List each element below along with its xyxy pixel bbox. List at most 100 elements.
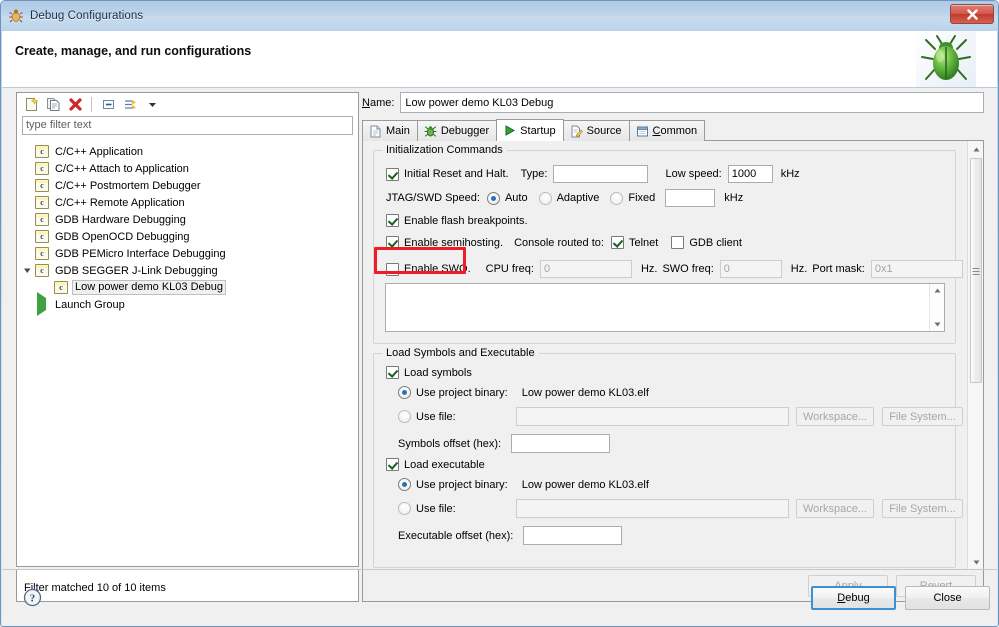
tab-main[interactable]: Main [362,120,418,141]
executable-offset-input[interactable] [523,526,622,545]
tree-item[interactable]: cC/C++ Postmortem Debugger [17,177,358,194]
symbols-filesystem-button[interactable]: File System... [882,407,963,426]
swo-freq-input[interactable]: 0 [720,260,782,278]
executable-file-input[interactable] [516,499,789,518]
enable-swo-checkbox[interactable] [386,263,399,276]
close-window-button[interactable] [950,4,994,24]
enable-swo-label: Enable SWO. [404,263,471,275]
jtag-speed-fixed-label: Fixed [628,192,655,204]
load-executable-label: Load executable [404,459,485,471]
delete-icon[interactable] [65,95,85,114]
c-file-icon: c [35,247,50,261]
dropdown-arrow-icon[interactable] [142,95,162,114]
config-name-input[interactable]: Low power demo KL03 Debug [400,92,984,113]
executable-use-project-binary-radio[interactable] [398,478,411,491]
executable-workspace-button[interactable]: Workspace... [796,499,874,518]
low-speed-input[interactable]: 1000 [728,165,773,183]
tab-debugger[interactable]: Debugger [417,120,497,141]
tree-item[interactable]: cC/C++ Remote Application [17,194,358,211]
scrollbar-thumb[interactable] [970,158,982,383]
jtag-speed-fixed-input[interactable] [665,189,715,207]
tree-expander-icon[interactable] [22,265,33,276]
tree-item[interactable]: cC/C++ Application [17,143,358,160]
tree-item[interactable]: Launch Group [17,296,358,313]
executable-use-file-label: Use file: [416,503,516,515]
tree-item-label: C/C++ Postmortem Debugger [55,180,201,192]
jtag-speed-fixed-radio[interactable] [610,192,623,205]
symbols-workspace-button[interactable]: Workspace... [796,407,874,426]
tab-common[interactable]: Common [629,120,706,141]
telnet-checkbox[interactable] [611,236,624,249]
help-question-icon[interactable]: ? [23,588,42,607]
new-configuration-icon[interactable] [21,95,41,114]
dialog-body: type filter text cC/C++ ApplicationcC/C+… [2,88,997,626]
c-file-icon: c [35,213,50,227]
initial-reset-label: Initial Reset and Halt. [404,168,509,180]
gdb-client-checkbox[interactable] [671,236,684,249]
load-symbols-checkbox[interactable] [386,366,399,379]
flash-breakpoints-row: Enable flash breakpoints. [386,214,528,227]
tab-common-label: Common [653,125,698,137]
cpu-freq-input[interactable]: 0 [540,260,632,278]
startup-play-icon [503,124,516,137]
commands-scroll-down-icon[interactable] [930,318,944,331]
initialization-commands-label: Initialization Commands [382,144,507,156]
tab-main-label: Main [386,125,410,137]
symbols-use-project-binary-radio[interactable] [398,386,411,399]
tree-item[interactable]: cGDB OpenOCD Debugging [17,228,358,245]
symbols-use-file-radio[interactable] [398,410,411,423]
tree-item[interactable]: cGDB Hardware Debugging [17,211,358,228]
tree-item-label: GDB PEMicro Interface Debugging [55,248,226,260]
jtag-swd-speed-label: JTAG/SWD Speed: [386,192,480,204]
scroll-down-arrow-icon[interactable] [968,554,984,570]
collapse-all-icon[interactable] [98,95,118,114]
low-speed-value: 1000 [732,168,756,180]
toolbar-separator [91,97,92,112]
filter-input[interactable]: type filter text [22,116,353,135]
jtag-speed-auto-radio[interactable] [487,192,500,205]
symbols-workspace-label: Workspace... [803,411,867,423]
duplicate-icon[interactable] [43,95,63,114]
scrollbar-grip-icon [973,266,980,277]
tree-item-label: C/C++ Remote Application [55,197,185,209]
symbols-use-project-binary-row: Use project binary: Low power demo KL03.… [398,386,649,399]
commands-scrollbar[interactable] [929,284,944,331]
symbols-offset-label: Symbols offset (hex): [398,438,501,450]
cpu-freq-value: 0 [544,263,550,275]
swo-freq-value: 0 [724,263,730,275]
configurations-tree[interactable]: cC/C++ ApplicationcC/C++ Attach to Appli… [17,140,358,566]
semihosting-label: Enable semihosting. [404,237,503,249]
symbols-offset-input[interactable] [511,434,610,453]
tab-startup[interactable]: Startup [496,119,563,141]
swo-freq-unit: Hz. [791,263,808,275]
load-symbols-row: Load symbols [386,366,472,379]
executable-filesystem-button[interactable]: File System... [882,499,963,518]
executable-offset-row: Executable offset (hex): [398,526,622,545]
cpu-freq-label: CPU freq: [486,263,534,275]
symbols-file-input[interactable] [516,407,789,426]
tree-item[interactable]: cLow power demo KL03 Debug [17,279,358,296]
scroll-up-arrow-icon[interactable] [968,141,984,157]
semihosting-checkbox[interactable] [386,236,399,249]
close-button[interactable]: Close [905,586,990,610]
initialization-commands-textarea[interactable] [385,283,945,332]
port-mask-input[interactable]: 0x1 [871,260,963,278]
tree-item[interactable]: c GDB PEMicro Interface Debugging [17,245,358,262]
filter-icon[interactable] [120,95,140,114]
executable-use-file-radio[interactable] [398,502,411,515]
startup-vertical-scrollbar[interactable] [967,141,983,570]
load-executable-checkbox[interactable] [386,458,399,471]
config-name-label: Name: [362,97,394,109]
tab-source[interactable]: Source [563,120,630,141]
flash-breakpoints-checkbox[interactable] [386,214,399,227]
tree-item[interactable]: cC/C++ Attach to Application [17,160,358,177]
reset-type-input[interactable] [553,165,648,183]
commands-scroll-up-icon[interactable] [930,284,944,297]
initial-reset-checkbox[interactable] [386,168,399,181]
page-icon [369,125,382,138]
debug-button[interactable]: Debug [811,586,896,610]
tree-item[interactable]: cGDB SEGGER J-Link Debugging [17,262,358,279]
jtag-speed-adaptive-radio[interactable] [539,192,552,205]
port-mask-value: 0x1 [875,263,893,275]
close-label: Close [933,592,961,604]
